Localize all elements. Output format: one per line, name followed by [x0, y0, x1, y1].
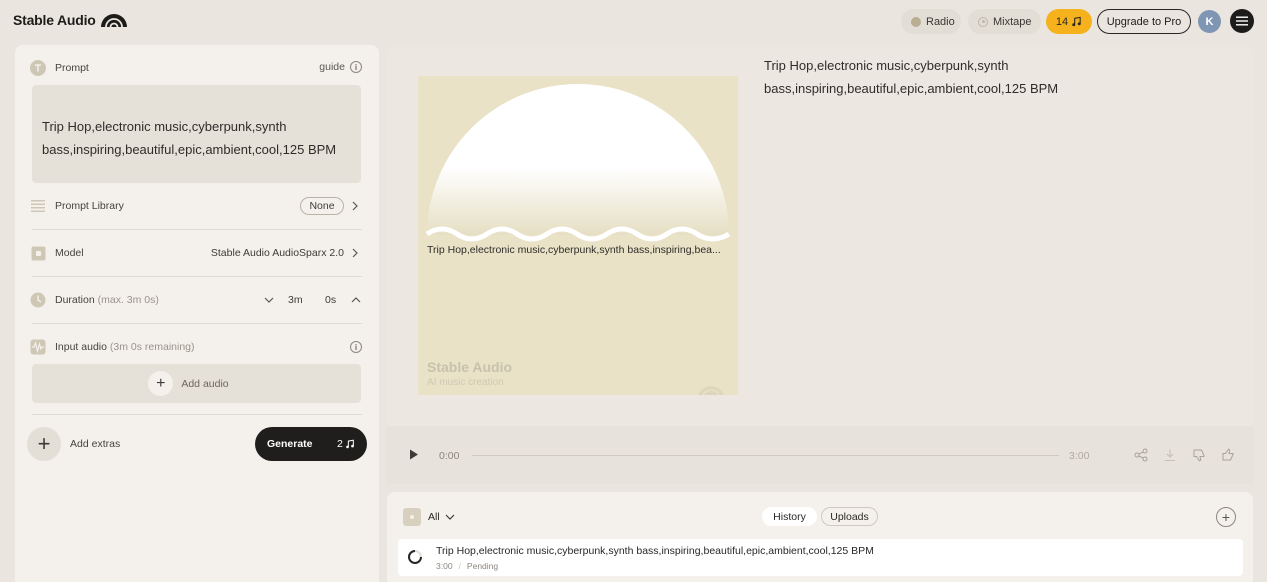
chevron-down-icon[interactable]	[264, 295, 274, 305]
plus-icon: +	[1221, 509, 1231, 525]
model-value[interactable]: Stable Audio AudioSparx 2.0	[211, 247, 344, 259]
add-extras-button[interactable]: +	[27, 427, 61, 461]
input-audio-hint: (3m 0s remaining)	[109, 341, 195, 353]
model-icon	[30, 245, 46, 261]
history-panel: All History Uploads + Trip Hop,electroni…	[387, 492, 1253, 582]
history-item-title: Trip Hop,electronic music,cyberpunk,synt…	[436, 545, 874, 557]
loading-spinner-icon	[408, 550, 422, 564]
radio-button[interactable]: Radio	[901, 9, 961, 34]
duration-minutes[interactable]: 3m	[288, 294, 303, 306]
cover-subtitle: AI music creation	[427, 377, 504, 388]
total-time: 3:00	[1069, 450, 1090, 462]
plus-icon: +	[37, 431, 51, 456]
filter-label[interactable]: All	[428, 511, 440, 523]
share-icon[interactable]	[1134, 448, 1148, 462]
music-note-icon	[346, 439, 354, 449]
prompt-text-icon	[30, 60, 46, 76]
prompt-library-value[interactable]: None	[300, 197, 344, 215]
model-label: Model	[55, 247, 84, 259]
guide-label: guide	[319, 61, 345, 73]
upgrade-to-pro-button[interactable]: Upgrade to Pro	[1097, 9, 1191, 34]
credits-button[interactable]: 14	[1046, 9, 1092, 34]
prompt-label: Prompt	[55, 62, 89, 74]
add-audio-label: Add audio	[181, 377, 229, 390]
prompt-input[interactable]: Trip Hop,electronic music,cyberpunk,synt…	[32, 85, 361, 183]
generate-button[interactable]: Generate 2	[255, 427, 367, 461]
chevron-up-icon[interactable]	[351, 295, 361, 305]
audio-player: 0:00 3:00	[387, 426, 1253, 484]
tab-uploads[interactable]: Uploads	[821, 507, 878, 526]
generate-cost: 2	[337, 438, 355, 450]
waveform-icon	[30, 339, 46, 355]
mixtape-label: Mixtape	[993, 15, 1032, 28]
brand-logo[interactable]: Stable Audio	[13, 12, 128, 28]
radio-icon	[911, 16, 921, 27]
divider	[32, 323, 362, 324]
mixtape-icon	[978, 16, 988, 27]
plus-icon: +	[148, 371, 174, 396]
track-cover-art: Trip Hop,electronic music,cyberpunk,synt…	[418, 76, 738, 395]
thumbs-up-icon[interactable]	[1221, 448, 1235, 462]
top-header: Stable Audio Radio Mixtape 14 Upgrade to…	[0, 0, 1267, 42]
tab-history[interactable]: History	[762, 507, 817, 526]
cover-brand: Stable Audio	[427, 359, 513, 375]
hamburger-menu-icon	[1236, 16, 1248, 26]
thumbs-down-icon[interactable]	[1192, 448, 1206, 462]
track-detail-panel: Trip Hop,electronic music,cyberpunk,synt…	[387, 45, 1253, 426]
duration-hint: (max. 3m 0s)	[97, 294, 159, 306]
radio-label: Radio	[926, 15, 955, 28]
input-audio-label: Input audio (3m 0s remaining)	[55, 341, 195, 353]
history-item-meta: 3:00 / Pending	[436, 561, 498, 571]
divider	[32, 414, 362, 415]
mixtape-button[interactable]: Mixtape	[968, 9, 1041, 34]
add-audio-button[interactable]: + Add audio	[32, 364, 361, 403]
chevron-right-icon[interactable]	[350, 248, 360, 258]
separator: /	[458, 561, 461, 571]
history-item-duration: 3:00	[436, 561, 453, 571]
duration-label: Duration (max. 3m 0s)	[55, 294, 159, 306]
cover-caption: Trip Hop,electronic music,cyberpunk,synt…	[427, 244, 721, 256]
generate-label: Generate	[267, 438, 313, 450]
cover-sun-wave-icon	[425, 84, 731, 395]
seek-bar[interactable]	[472, 455, 1059, 456]
prompt-library-icon	[30, 198, 46, 214]
brand-name: Stable Audio	[13, 12, 96, 28]
clock-icon	[30, 292, 46, 308]
filter-icon[interactable]	[403, 508, 421, 526]
info-icon: i	[350, 61, 362, 73]
add-track-button[interactable]: +	[1216, 507, 1236, 527]
chevron-right-icon[interactable]	[350, 201, 360, 211]
add-extras-label: Add extras	[70, 438, 121, 450]
stable-audio-logo-icon	[100, 14, 127, 28]
avatar[interactable]: K	[1198, 10, 1221, 33]
track-prompt-text: Trip Hop,electronic music,cyberpunk,synt…	[764, 58, 1059, 96]
music-note-icon	[1072, 16, 1081, 27]
info-icon[interactable]: i	[350, 341, 362, 353]
duration-seconds[interactable]: 0s	[325, 294, 336, 306]
divider	[32, 229, 362, 230]
chevron-down-icon[interactable]	[445, 512, 455, 522]
current-time: 0:00	[439, 450, 460, 462]
history-item-status: Pending	[466, 561, 499, 571]
play-icon[interactable]	[409, 449, 419, 460]
history-item[interactable]: Trip Hop,electronic music,cyberpunk,synt…	[398, 539, 1243, 576]
download-icon[interactable]	[1163, 448, 1177, 462]
menu-button[interactable]	[1230, 9, 1254, 33]
duration-label-text: Duration	[55, 294, 95, 306]
credits-count: 14	[1055, 15, 1069, 28]
prompt-panel: Prompt guide i Trip Hop,electronic music…	[15, 45, 379, 582]
guide-link[interactable]: guide i	[319, 61, 362, 73]
prompt-library-label: Prompt Library	[55, 200, 124, 212]
divider	[32, 276, 362, 277]
input-audio-label-text: Input audio	[55, 341, 107, 353]
generate-cost-value: 2	[337, 438, 343, 450]
